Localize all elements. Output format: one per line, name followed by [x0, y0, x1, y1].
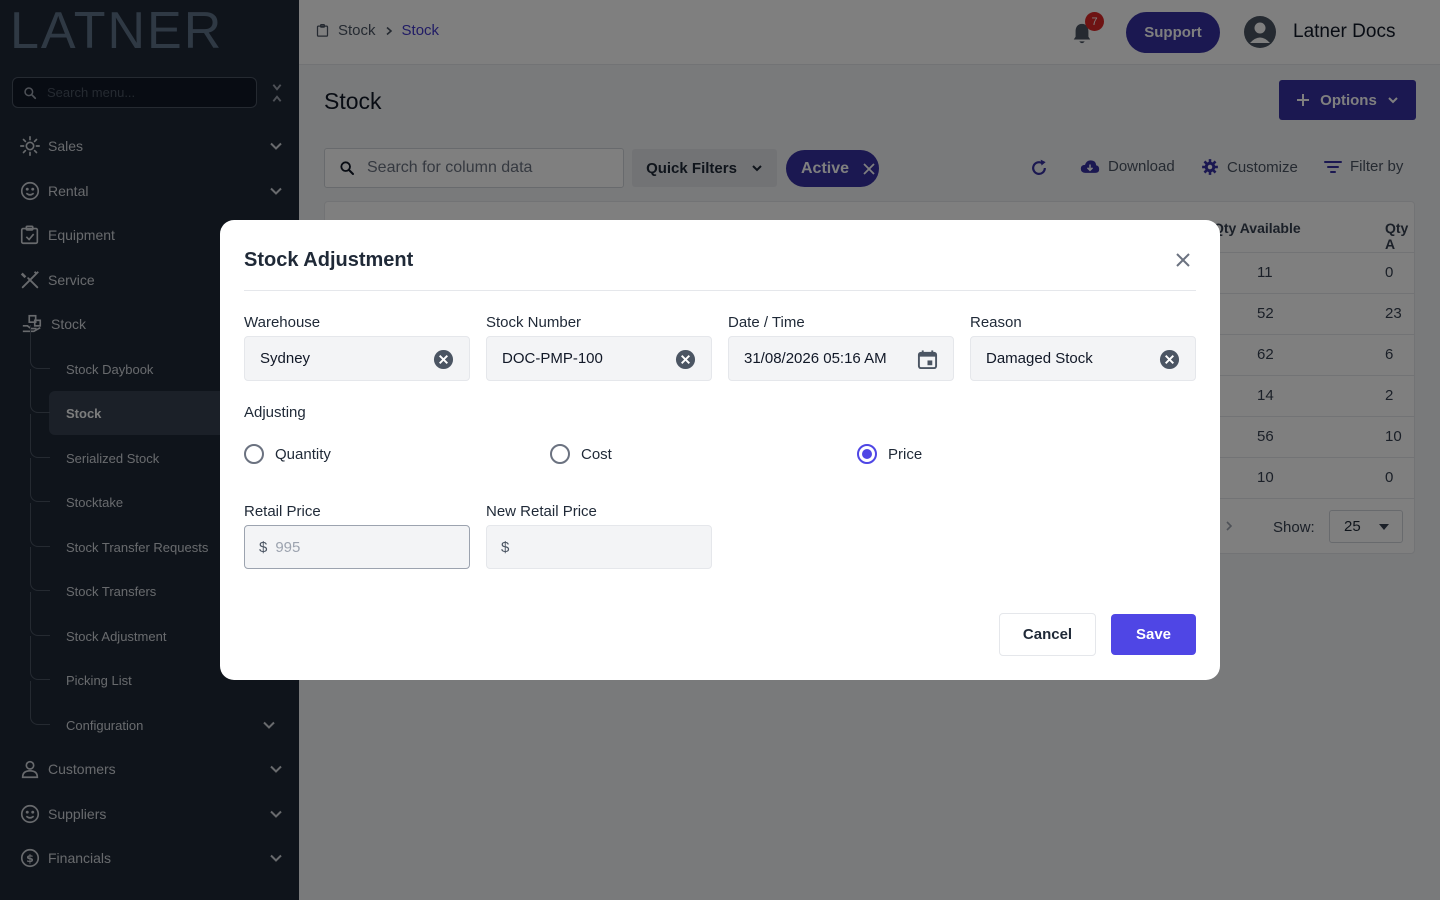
datetime-value: 31/08/2026 05:16 AM — [744, 350, 887, 367]
datetime-label: Date / Time — [728, 314, 805, 331]
clear-icon[interactable] — [675, 349, 696, 370]
adjust-price-radio[interactable]: Price — [857, 444, 922, 464]
clear-icon[interactable] — [1159, 349, 1180, 370]
reason-label: Reason — [970, 314, 1022, 331]
adjust-cost-radio[interactable]: Cost — [550, 444, 612, 464]
warehouse-value: Sydney — [260, 350, 311, 367]
stock-adjustment-dialog: Stock Adjustment Warehouse Sydney Stock … — [220, 220, 1220, 680]
retail-price-field: $ 995 — [244, 525, 470, 569]
new-retail-price-label: New Retail Price — [486, 503, 597, 520]
new-retail-price-field[interactable]: $ — [486, 525, 712, 569]
currency-symbol: $ — [259, 538, 268, 556]
retail-price-label: Retail Price — [244, 503, 321, 520]
dialog-title: Stock Adjustment — [244, 249, 414, 271]
stock-number-value: DOC-PMP-100 — [502, 350, 603, 367]
close-dialog-button[interactable] — [1172, 249, 1194, 271]
cancel-button[interactable]: Cancel — [999, 613, 1096, 656]
datetime-field[interactable]: 31/08/2026 05:16 AM — [728, 336, 954, 381]
reason-select[interactable]: Damaged Stock — [970, 336, 1196, 381]
reason-value: Damaged Stock — [986, 350, 1093, 367]
close-icon — [1176, 253, 1190, 267]
save-button[interactable]: Save — [1111, 614, 1196, 655]
radio-circle — [244, 444, 264, 464]
radio-label: Quantity — [275, 445, 331, 463]
radio-label: Price — [888, 445, 923, 463]
warehouse-select[interactable]: Sydney — [244, 336, 470, 381]
adjusting-label: Adjusting — [244, 404, 306, 421]
new-retail-price-input[interactable] — [517, 538, 688, 556]
clear-icon[interactable] — [433, 349, 454, 370]
stock-number-label: Stock Number — [486, 314, 582, 331]
calendar-icon[interactable] — [917, 349, 938, 370]
warehouse-label: Warehouse — [244, 314, 321, 331]
retail-price-value: 995 — [275, 538, 301, 556]
radio-label: Cost — [581, 445, 612, 463]
adjust-quantity-radio[interactable]: Quantity — [244, 444, 331, 464]
radio-circle-selected — [857, 444, 877, 464]
dialog-divider — [244, 290, 1196, 291]
radio-circle — [550, 444, 570, 464]
currency-symbol: $ — [501, 538, 510, 556]
stock-number-select[interactable]: DOC-PMP-100 — [486, 336, 712, 381]
